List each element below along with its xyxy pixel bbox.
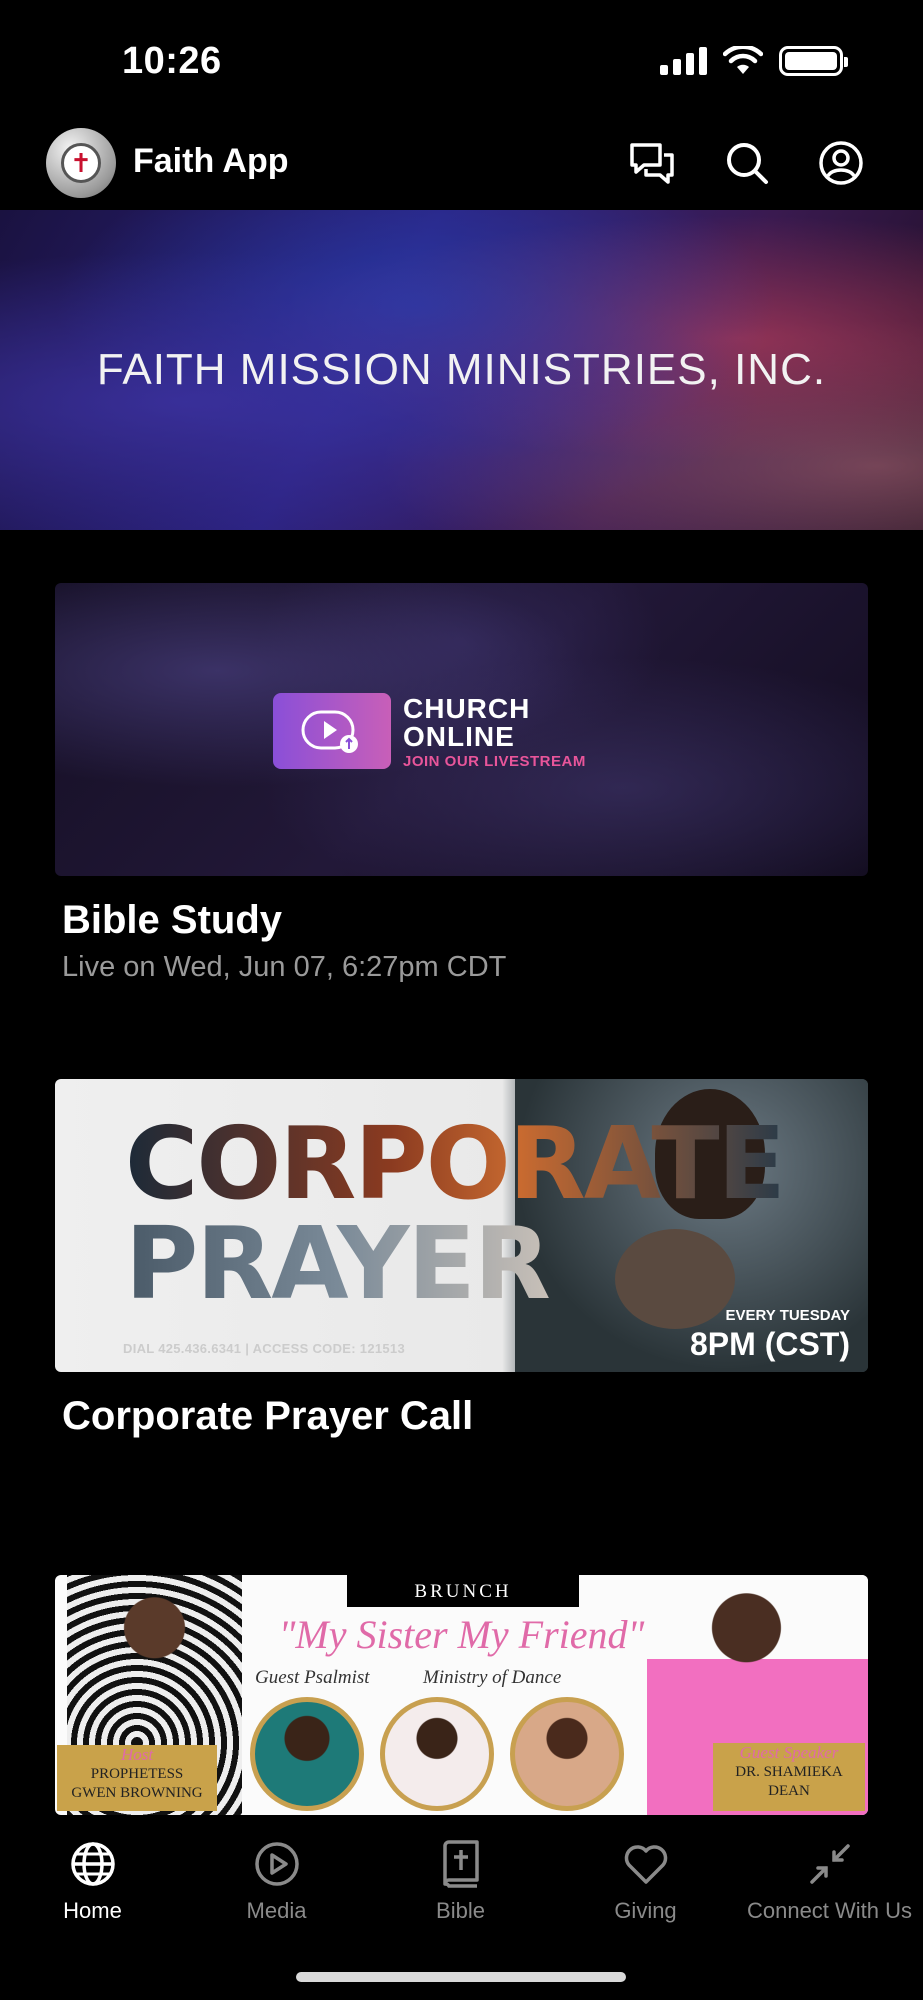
tab-home[interactable]: Home bbox=[0, 1820, 185, 1930]
card-subtitle: Live on Wed, Jun 07, 6:27pm CDT bbox=[62, 951, 507, 983]
home-indicator bbox=[296, 1972, 626, 1982]
prayer-word-prayer: PRAYER bbox=[125, 1205, 551, 1322]
tab-bible[interactable]: Bible bbox=[368, 1820, 553, 1930]
play-icon bbox=[254, 1842, 299, 1886]
connect-icon bbox=[809, 1844, 850, 1884]
host-caption: Host PROPHETESS GWEN BROWNING bbox=[57, 1745, 217, 1811]
search-button[interactable] bbox=[722, 138, 772, 188]
status-time: 10:26 bbox=[122, 40, 222, 82]
dial-in-info: DIAL 425.436.6341 | ACCESS CODE: 121513 bbox=[123, 1341, 405, 1356]
tab-media[interactable]: Media bbox=[184, 1820, 369, 1930]
brunch-label: BRUNCH bbox=[347, 1575, 579, 1607]
event-card-corporate-prayer[interactable]: CORPORATE PRAYER DIAL 425.436.6341 | ACC… bbox=[55, 1079, 868, 1439]
profile-icon bbox=[819, 141, 863, 185]
status-bar: 10:26 bbox=[0, 0, 923, 120]
wifi-icon bbox=[723, 46, 763, 74]
card-title: Bible Study bbox=[62, 898, 283, 942]
brunch-title: "My Sister My Friend" bbox=[278, 1612, 645, 1657]
app-header: ✝ Faith App bbox=[0, 120, 923, 210]
guest-psalmist-label: Guest Psalmist bbox=[255, 1667, 370, 1688]
hero-title: FAITH MISSION MINISTRIES, INC. bbox=[96, 345, 827, 394]
ministry-of-dance-label: Ministry of Dance bbox=[423, 1667, 562, 1688]
cellular-signal-icon bbox=[660, 47, 707, 75]
tab-giving[interactable]: Giving bbox=[553, 1820, 738, 1930]
speaker-caption: Guest Speaker DR. SHAMIEKA DEAN bbox=[713, 1743, 865, 1811]
prayer-time: 8PM (CST) bbox=[690, 1326, 850, 1362]
card-image: BRUNCH "My Sister My Friend" Guest Psalm… bbox=[55, 1575, 868, 1815]
prayer-word-corporate: CORPORATE bbox=[125, 1105, 786, 1222]
church-online-text: CHURCH ONLINE JOIN OUR LIVESTREAM bbox=[403, 693, 586, 771]
bible-icon bbox=[442, 1840, 479, 1888]
battery-icon bbox=[779, 46, 848, 76]
globe-icon bbox=[70, 1842, 115, 1886]
tab-connect[interactable]: Connect With Us bbox=[737, 1820, 922, 1930]
guest-photo-3 bbox=[510, 1697, 624, 1811]
guest-photo-1 bbox=[250, 1697, 364, 1811]
livestream-badge bbox=[273, 693, 391, 769]
profile-button[interactable] bbox=[816, 138, 866, 188]
chat-icon bbox=[630, 143, 674, 184]
card-title: Corporate Prayer Call bbox=[62, 1394, 474, 1438]
status-icons bbox=[660, 46, 848, 76]
guest-photo-2 bbox=[380, 1697, 494, 1811]
prayer-schedule: EVERY TUESDAY bbox=[725, 1307, 851, 1324]
card-image: CHURCH ONLINE JOIN OUR LIVESTREAM bbox=[55, 583, 868, 876]
event-card-bible-study[interactable]: CHURCH ONLINE JOIN OUR LIVESTREAM Bible … bbox=[55, 583, 868, 984]
search-icon bbox=[727, 143, 768, 184]
card-image: CORPORATE PRAYER DIAL 425.436.6341 | ACC… bbox=[55, 1079, 868, 1372]
chat-button[interactable] bbox=[627, 138, 677, 188]
event-card-brunch[interactable]: BRUNCH "My Sister My Friend" Guest Psalm… bbox=[55, 1575, 868, 1815]
heart-icon bbox=[624, 1845, 667, 1884]
hero-banner: FAITH MISSION MINISTRIES, INC. bbox=[0, 210, 923, 530]
app-logo: ✝ bbox=[46, 128, 116, 198]
app-title: Faith App bbox=[133, 142, 289, 180]
video-play-icon bbox=[301, 710, 358, 753]
